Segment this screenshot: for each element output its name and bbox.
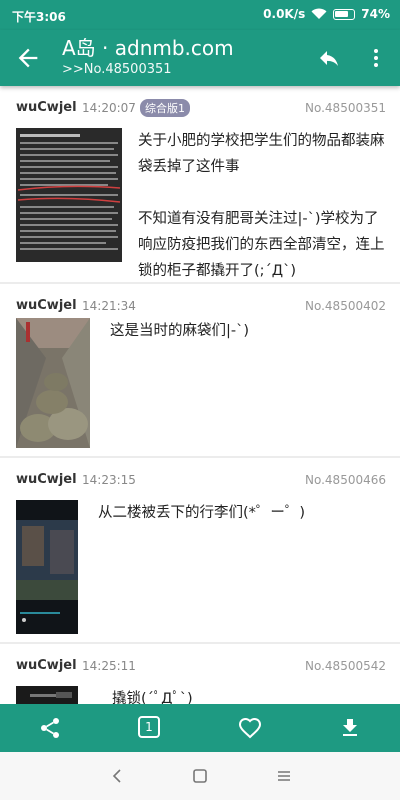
post-image[interactable] xyxy=(16,318,90,448)
post-content: 这是当时的麻袋们|-`) xyxy=(110,323,250,339)
post-card[interactable]: wuCwjel 14:20:07 综合版1 No.48500351 关于小肥的学… xyxy=(0,86,400,282)
post-number[interactable]: No.48500402 xyxy=(305,299,386,313)
page-jump-button[interactable]: 1 xyxy=(138,716,160,738)
battery-icon xyxy=(333,8,356,20)
share-icon[interactable] xyxy=(38,716,62,740)
post-image[interactable] xyxy=(16,128,122,262)
heart-icon[interactable] xyxy=(238,716,262,740)
post-time: 14:21:34 xyxy=(82,299,136,313)
system-nav-bar xyxy=(0,752,400,800)
post-author[interactable]: wuCwjel xyxy=(16,298,77,313)
more-vert-icon[interactable] xyxy=(364,46,388,70)
post-author[interactable]: wuCwjel xyxy=(16,658,77,673)
app-bar-titles: A岛 · adnmb.com >>No.48500351 xyxy=(62,35,234,79)
page-number: 1 xyxy=(145,720,153,734)
post-number[interactable]: No.48500466 xyxy=(305,473,386,487)
forum-badge[interactable]: 综合版1 xyxy=(140,99,190,117)
page-title: A岛 · adnmb.com xyxy=(62,36,234,60)
post-author[interactable]: wuCwjel xyxy=(16,100,77,115)
nav-recents-icon[interactable] xyxy=(276,768,292,784)
post-list[interactable]: wuCwjel 14:20:07 综合版1 No.48500351 关于小肥的学… xyxy=(0,86,400,704)
post-author[interactable]: wuCwjel xyxy=(16,472,77,487)
post-content: 关于小肥的学校把学生们的物品都装麻袋丢掉了这件事 不知道有没有肥哥关注过|-`)… xyxy=(138,133,385,279)
post-number[interactable]: No.48500351 xyxy=(305,101,386,115)
post-image[interactable] xyxy=(16,500,78,634)
nav-home-icon[interactable] xyxy=(192,768,208,784)
download-icon[interactable] xyxy=(338,716,362,740)
post-time: 14:25:11 xyxy=(82,659,136,673)
network-speed: 0.0K/s xyxy=(263,7,306,21)
nav-back-icon[interactable] xyxy=(110,768,126,784)
post-card[interactable]: wuCwjel 14:23:15 No.48500466 从二楼被丢下的行李们(… xyxy=(0,458,400,642)
thread-id: >>No.48500351 xyxy=(62,62,172,77)
back-arrow-icon[interactable] xyxy=(14,44,42,72)
post-content: 从二楼被丢下的行李们(*゜ー゜) xyxy=(98,505,306,521)
post-number[interactable]: No.48500542 xyxy=(305,659,386,673)
post-time: 14:23:15 xyxy=(82,473,136,487)
status-time: 下午3:06 xyxy=(12,10,66,24)
wifi-icon xyxy=(311,8,327,19)
bottom-action-bar: 1 xyxy=(0,704,400,752)
post-content: 撬锁(´ﾟДﾟ`) xyxy=(112,691,193,704)
post-image[interactable] xyxy=(16,686,78,704)
post-card[interactable]: wuCwjel 14:25:11 No.48500542 撬锁(´ﾟДﾟ`) xyxy=(0,644,400,704)
app-bar: A岛 · adnmb.com >>No.48500351 xyxy=(0,30,400,86)
post-card[interactable]: wuCwjel 14:21:34 No.48500402 这是当时的麻袋们|-`… xyxy=(0,284,400,456)
post-time: 14:20:07 xyxy=(82,101,136,115)
status-bar: 下午3:06 0.0K/s 74% xyxy=(0,0,400,30)
reply-icon[interactable] xyxy=(316,46,342,70)
battery-level: 74% xyxy=(361,7,390,21)
